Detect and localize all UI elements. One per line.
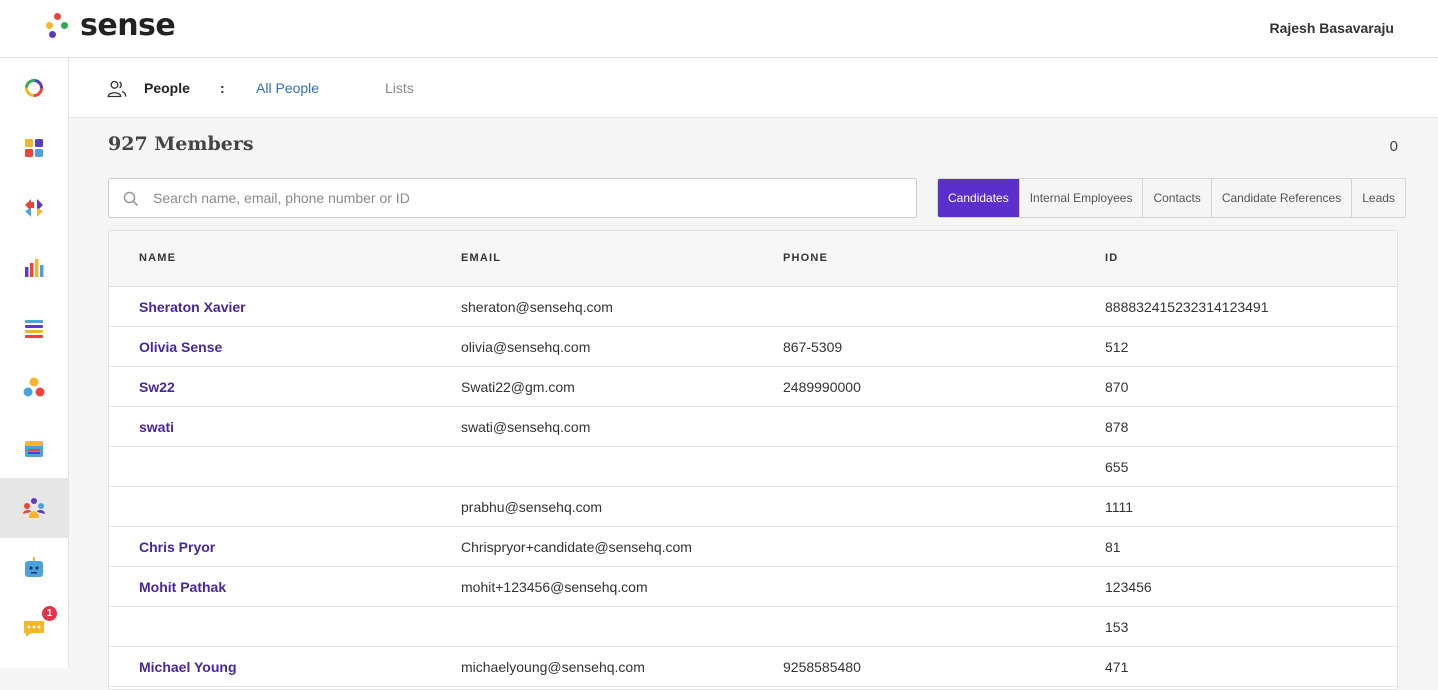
cell-name[interactable]: Michael Young xyxy=(139,659,237,675)
sidebar-item-lists[interactable] xyxy=(0,298,68,358)
section-title: People xyxy=(144,80,190,96)
cell-email: prabhu@sensehq.com xyxy=(461,499,603,515)
cell-id: 888832415232314123491 xyxy=(1105,299,1269,315)
cell-id: 153 xyxy=(1105,619,1129,635)
filter-candidate-references[interactable]: Candidate References xyxy=(1211,179,1353,217)
bar-chart-icon xyxy=(25,259,44,277)
cell-name[interactable]: Sw22 xyxy=(139,379,175,395)
cell-name[interactable]: swati xyxy=(139,419,174,435)
sidebar-item-network[interactable] xyxy=(0,358,68,418)
table-row[interactable]: Michael Young michaelyoung@sensehq.com 925… xyxy=(109,647,1397,687)
cell-phone: 867-5309 xyxy=(783,339,843,355)
sidebar-item-bots[interactable] xyxy=(0,538,68,598)
cell-id: 1111 xyxy=(1105,499,1134,515)
sidebar-item-workflows[interactable] xyxy=(0,178,68,238)
cell-id: 123456 xyxy=(1105,579,1152,595)
tab-all-people[interactable]: All People xyxy=(256,80,319,96)
nodes-icon xyxy=(23,377,45,397)
cell-email: mohit+123456@sensehq.com xyxy=(461,579,648,595)
notification-badge: 1 xyxy=(42,606,57,621)
search-input[interactable] xyxy=(153,179,903,217)
column-header-name[interactable]: NAME xyxy=(139,252,176,264)
sidebar-item-people[interactable] xyxy=(0,478,68,538)
cell-id: 471 xyxy=(1105,659,1129,675)
cell-email: sheraton@sensehq.com xyxy=(461,299,613,315)
members-selected-count: 0 xyxy=(1389,138,1398,155)
sense-logo[interactable]: sense xyxy=(44,8,176,43)
bot-icon xyxy=(25,557,43,577)
table-row[interactable]: Chris Pryor Chrispryor+candidate@sensehq.… xyxy=(109,527,1397,567)
table-row[interactable]: Olivia Sense olivia@sensehq.com 867-5309 51… xyxy=(109,327,1397,367)
filter-leads[interactable]: Leads xyxy=(1352,179,1405,217)
members-table: NAME EMAIL PHONE ID Sheraton Xavier shera… xyxy=(108,230,1398,690)
table-row[interactable]: prabhu@sensehq.com 1111 xyxy=(109,487,1397,527)
grid-icon xyxy=(25,139,43,157)
cell-email: olivia@sensehq.com xyxy=(461,339,591,355)
cell-email: swati@sensehq.com xyxy=(461,419,591,435)
filter-contacts[interactable]: Contacts xyxy=(1143,179,1212,217)
column-header-phone[interactable]: PHONE xyxy=(783,252,828,264)
sub-header: People : All People Lists xyxy=(69,59,1438,118)
sidebar-item-dashboard[interactable] xyxy=(0,58,68,118)
cell-name[interactable]: Mohit Pathak xyxy=(139,579,226,595)
member-type-filter: Candidates Internal Employees Contacts C… xyxy=(937,178,1406,218)
top-bar: sense Rajesh Basavaraju xyxy=(0,0,1438,58)
table-row[interactable]: Sheraton Xavier sheraton@sensehq.com 88883… xyxy=(109,287,1397,327)
search-icon xyxy=(123,191,139,207)
column-header-id[interactable]: ID xyxy=(1105,252,1118,264)
cell-name[interactable]: Chris Pryor xyxy=(139,539,215,555)
chat-icon xyxy=(24,621,44,637)
cell-email: Swati22@gm.com xyxy=(461,379,575,395)
sidebar-item-calendar[interactable] xyxy=(0,418,68,478)
sidebar: 1 xyxy=(0,58,69,668)
cell-id: 878 xyxy=(1105,419,1129,435)
cell-name[interactable]: Olivia Sense xyxy=(139,339,222,355)
table-row[interactable]: swati swati@sensehq.com 878 xyxy=(109,407,1397,447)
list-icon xyxy=(25,320,43,338)
cell-email: Chrispryor+candidate@sensehq.com xyxy=(461,539,692,555)
cell-name[interactable]: Sheraton Xavier xyxy=(139,299,246,315)
table-row[interactable]: 153 xyxy=(109,607,1397,647)
filter-candidates[interactable]: Candidates xyxy=(938,179,1020,217)
logo-dots-icon xyxy=(44,10,68,42)
cell-email: michaelyoung@sensehq.com xyxy=(461,659,645,675)
filter-internal-employees[interactable]: Internal Employees xyxy=(1019,179,1144,217)
user-name[interactable]: Rajesh Basavaraju xyxy=(1269,20,1394,36)
table-row[interactable]: Sw22 Swati22@gm.com 2489990000 870 xyxy=(109,367,1397,407)
section-separator: : xyxy=(220,80,225,96)
cell-id: 870 xyxy=(1105,379,1129,395)
sidebar-item-messages[interactable]: 1 xyxy=(0,598,68,658)
tab-lists[interactable]: Lists xyxy=(385,80,414,96)
people-outline-icon xyxy=(107,80,127,98)
column-header-email[interactable]: EMAIL xyxy=(461,252,501,264)
cell-id: 512 xyxy=(1105,339,1129,355)
table-header: NAME EMAIL PHONE ID xyxy=(109,231,1397,287)
calendar-icon xyxy=(25,441,43,457)
brand-name: sense xyxy=(80,8,176,43)
people-icon xyxy=(23,498,45,518)
cell-phone: 9258585480 xyxy=(783,659,861,675)
search-box xyxy=(108,178,917,218)
cell-id: 655 xyxy=(1105,459,1129,475)
table-row[interactable]: 655 xyxy=(109,447,1397,487)
ring-icon xyxy=(25,79,43,97)
table-row[interactable]: Mohit Pathak mohit+123456@sensehq.com 1234… xyxy=(109,567,1397,607)
sidebar-item-analytics[interactable] xyxy=(0,238,68,298)
sidebar-item-apps[interactable] xyxy=(0,118,68,178)
members-title: 927 Members xyxy=(108,133,254,155)
arrows-icon xyxy=(25,199,43,217)
cell-id: 81 xyxy=(1105,539,1121,555)
cell-phone: 2489990000 xyxy=(783,379,861,395)
